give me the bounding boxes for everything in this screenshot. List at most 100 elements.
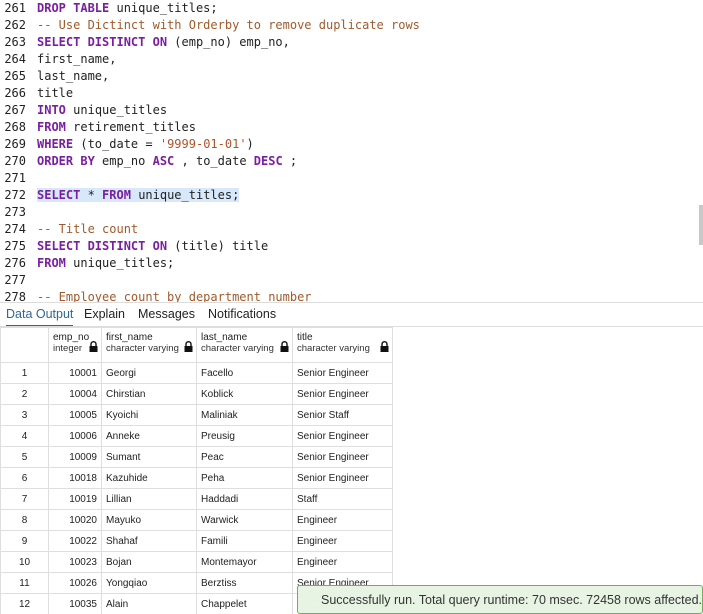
code-line[interactable]: 264 first_name,: [0, 51, 703, 68]
table-cell[interactable]: Berztiss: [196, 572, 293, 594]
code-line[interactable]: 271: [0, 170, 703, 187]
row-number[interactable]: 11: [0, 572, 49, 594]
table-cell[interactable]: 10005: [48, 404, 102, 426]
table-cell[interactable]: Bojan: [101, 551, 197, 573]
table-cell[interactable]: Kyoichi: [101, 404, 197, 426]
row-number[interactable]: 9: [0, 530, 49, 552]
code-line[interactable]: 278 -- Employee count by department numbe…: [0, 289, 703, 302]
tab-messages[interactable]: Messages: [138, 307, 195, 327]
code-line[interactable]: 265 last_name,: [0, 68, 703, 85]
success-toast[interactable]: Successfully run. Total query runtime: 7…: [297, 585, 703, 614]
table-cell[interactable]: Sumant: [101, 446, 197, 468]
table-row[interactable]: 7 10019 Lillian Haddadi Staff: [0, 488, 393, 510]
table-cell[interactable]: Senior Engineer: [292, 362, 393, 384]
table-cell[interactable]: Senior Engineer: [292, 383, 393, 405]
table-row[interactable]: 4 10006 Anneke Preusig Senior Engineer: [0, 425, 393, 447]
table-cell[interactable]: Preusig: [196, 425, 293, 447]
table-cell[interactable]: 10026: [48, 572, 102, 594]
tab-explain[interactable]: Explain: [84, 307, 125, 327]
table-cell[interactable]: Engineer: [292, 509, 393, 531]
table-cell[interactable]: 10001: [48, 362, 102, 384]
table-cell[interactable]: Maliniak: [196, 404, 293, 426]
table-cell[interactable]: Anneke: [101, 425, 197, 447]
table-cell[interactable]: Haddadi: [196, 488, 293, 510]
table-cell[interactable]: 10022: [48, 530, 102, 552]
table-cell[interactable]: 10035: [48, 593, 102, 614]
row-number[interactable]: 8: [0, 509, 49, 531]
table-cell[interactable]: Yongqiao: [101, 572, 197, 594]
code-line[interactable]: 270 ORDER BY emp_no ASC , to_date DESC ;: [0, 153, 703, 170]
table-cell[interactable]: Lillian: [101, 488, 197, 510]
row-number[interactable]: 2: [0, 383, 49, 405]
table-row[interactable]: 9 10022 Shahaf Famili Engineer: [0, 530, 393, 552]
table-cell[interactable]: 10023: [48, 551, 102, 573]
row-number[interactable]: 5: [0, 446, 49, 468]
table-cell[interactable]: Chappelet: [196, 593, 293, 614]
table-row[interactable]: 10 10023 Bojan Montemayor Engineer: [0, 551, 393, 573]
table-cell[interactable]: Senior Engineer: [292, 467, 393, 489]
code-line[interactable]: 261 DROP TABLE unique_titles;: [0, 0, 703, 17]
table-cell[interactable]: Engineer: [292, 551, 393, 573]
table-cell[interactable]: Koblick: [196, 383, 293, 405]
code-line[interactable]: 263 SELECT DISTINCT ON (emp_no) emp_no,: [0, 34, 703, 51]
table-row[interactable]: 6 10018 Kazuhide Peha Senior Engineer: [0, 467, 393, 489]
code-line[interactable]: 273: [0, 204, 703, 221]
table-cell[interactable]: Montemayor: [196, 551, 293, 573]
table-cell[interactable]: Famili: [196, 530, 293, 552]
code-line[interactable]: 268 FROM retirement_titles: [0, 119, 703, 136]
row-number[interactable]: 10: [0, 551, 49, 573]
table-cell[interactable]: Staff: [292, 488, 393, 510]
row-number[interactable]: 3: [0, 404, 49, 426]
table-cell[interactable]: Senior Engineer: [292, 425, 393, 447]
code-line[interactable]: 277: [0, 272, 703, 289]
table-cell[interactable]: Chirstian: [101, 383, 197, 405]
table-cell[interactable]: 10019: [48, 488, 102, 510]
table-row[interactable]: 5 10009 Sumant Peac Senior Engineer: [0, 446, 393, 468]
table-cell[interactable]: Shahaf: [101, 530, 197, 552]
table-row[interactable]: 1 10001 Georgi Facello Senior Engineer: [0, 362, 393, 384]
row-number-header[interactable]: [0, 327, 49, 363]
code-line[interactable]: 275 SELECT DISTINCT ON (title) title: [0, 238, 703, 255]
table-cell[interactable]: Engineer: [292, 530, 393, 552]
code-line[interactable]: 272 SELECT * FROM unique_titles;: [0, 187, 703, 204]
tab-data-output[interactable]: Data Output: [6, 307, 74, 327]
code-token: DESC: [253, 154, 283, 168]
table-cell[interactable]: Peha: [196, 467, 293, 489]
editor-scrollbar[interactable]: [699, 205, 703, 245]
table-cell[interactable]: Senior Engineer: [292, 446, 393, 468]
table-cell[interactable]: 10004: [48, 383, 102, 405]
table-cell[interactable]: Georgi: [101, 362, 197, 384]
row-number[interactable]: 1: [0, 362, 49, 384]
row-number[interactable]: 6: [0, 467, 49, 489]
sql-editor[interactable]: 261 DROP TABLE unique_titles; 262 -- Use Di…: [0, 0, 703, 302]
table-row[interactable]: 8 10020 Mayuko Warwick Engineer: [0, 509, 393, 531]
table-cell[interactable]: Warwick: [196, 509, 293, 531]
table-cell[interactable]: Senior Staff: [292, 404, 393, 426]
table-cell[interactable]: Facello: [196, 362, 293, 384]
tab-notifications[interactable]: Notifications: [208, 307, 276, 327]
code-line[interactable]: 269 WHERE (to_date = '9999-01-01'): [0, 136, 703, 153]
code-line[interactable]: 276 FROM unique_titles;: [0, 255, 703, 272]
table-cell[interactable]: Mayuko: [101, 509, 197, 531]
line-number: 261: [4, 1, 26, 15]
table-cell[interactable]: 10018: [48, 467, 102, 489]
code-line[interactable]: 266 title: [0, 85, 703, 102]
table-row[interactable]: 3 10005 Kyoichi Maliniak Senior Staff: [0, 404, 393, 426]
row-number[interactable]: 12: [0, 593, 49, 614]
row-number[interactable]: 7: [0, 488, 49, 510]
table-cell[interactable]: 10020: [48, 509, 102, 531]
code-line[interactable]: 274 -- Title count: [0, 221, 703, 238]
table-cell[interactable]: 10009: [48, 446, 102, 468]
table-row[interactable]: 2 10004 Chirstian Koblick Senior Engineer: [0, 383, 393, 405]
code-line[interactable]: 262 -- Use Dictinct with Orderby to remov…: [0, 17, 703, 34]
table-cell[interactable]: Alain: [101, 593, 197, 614]
table-cell[interactable]: Kazuhide: [101, 467, 197, 489]
column-header-first-name[interactable]: first_name character varying: [101, 327, 197, 363]
table-cell[interactable]: Peac: [196, 446, 293, 468]
code-line[interactable]: 267 INTO unique_titles: [0, 102, 703, 119]
column-header-last-name[interactable]: last_name character varying: [196, 327, 293, 363]
column-header-emp-no[interactable]: emp_no integer: [48, 327, 102, 363]
table-cell[interactable]: 10006: [48, 425, 102, 447]
column-header-title[interactable]: title character varying: [292, 327, 393, 363]
row-number[interactable]: 4: [0, 425, 49, 447]
